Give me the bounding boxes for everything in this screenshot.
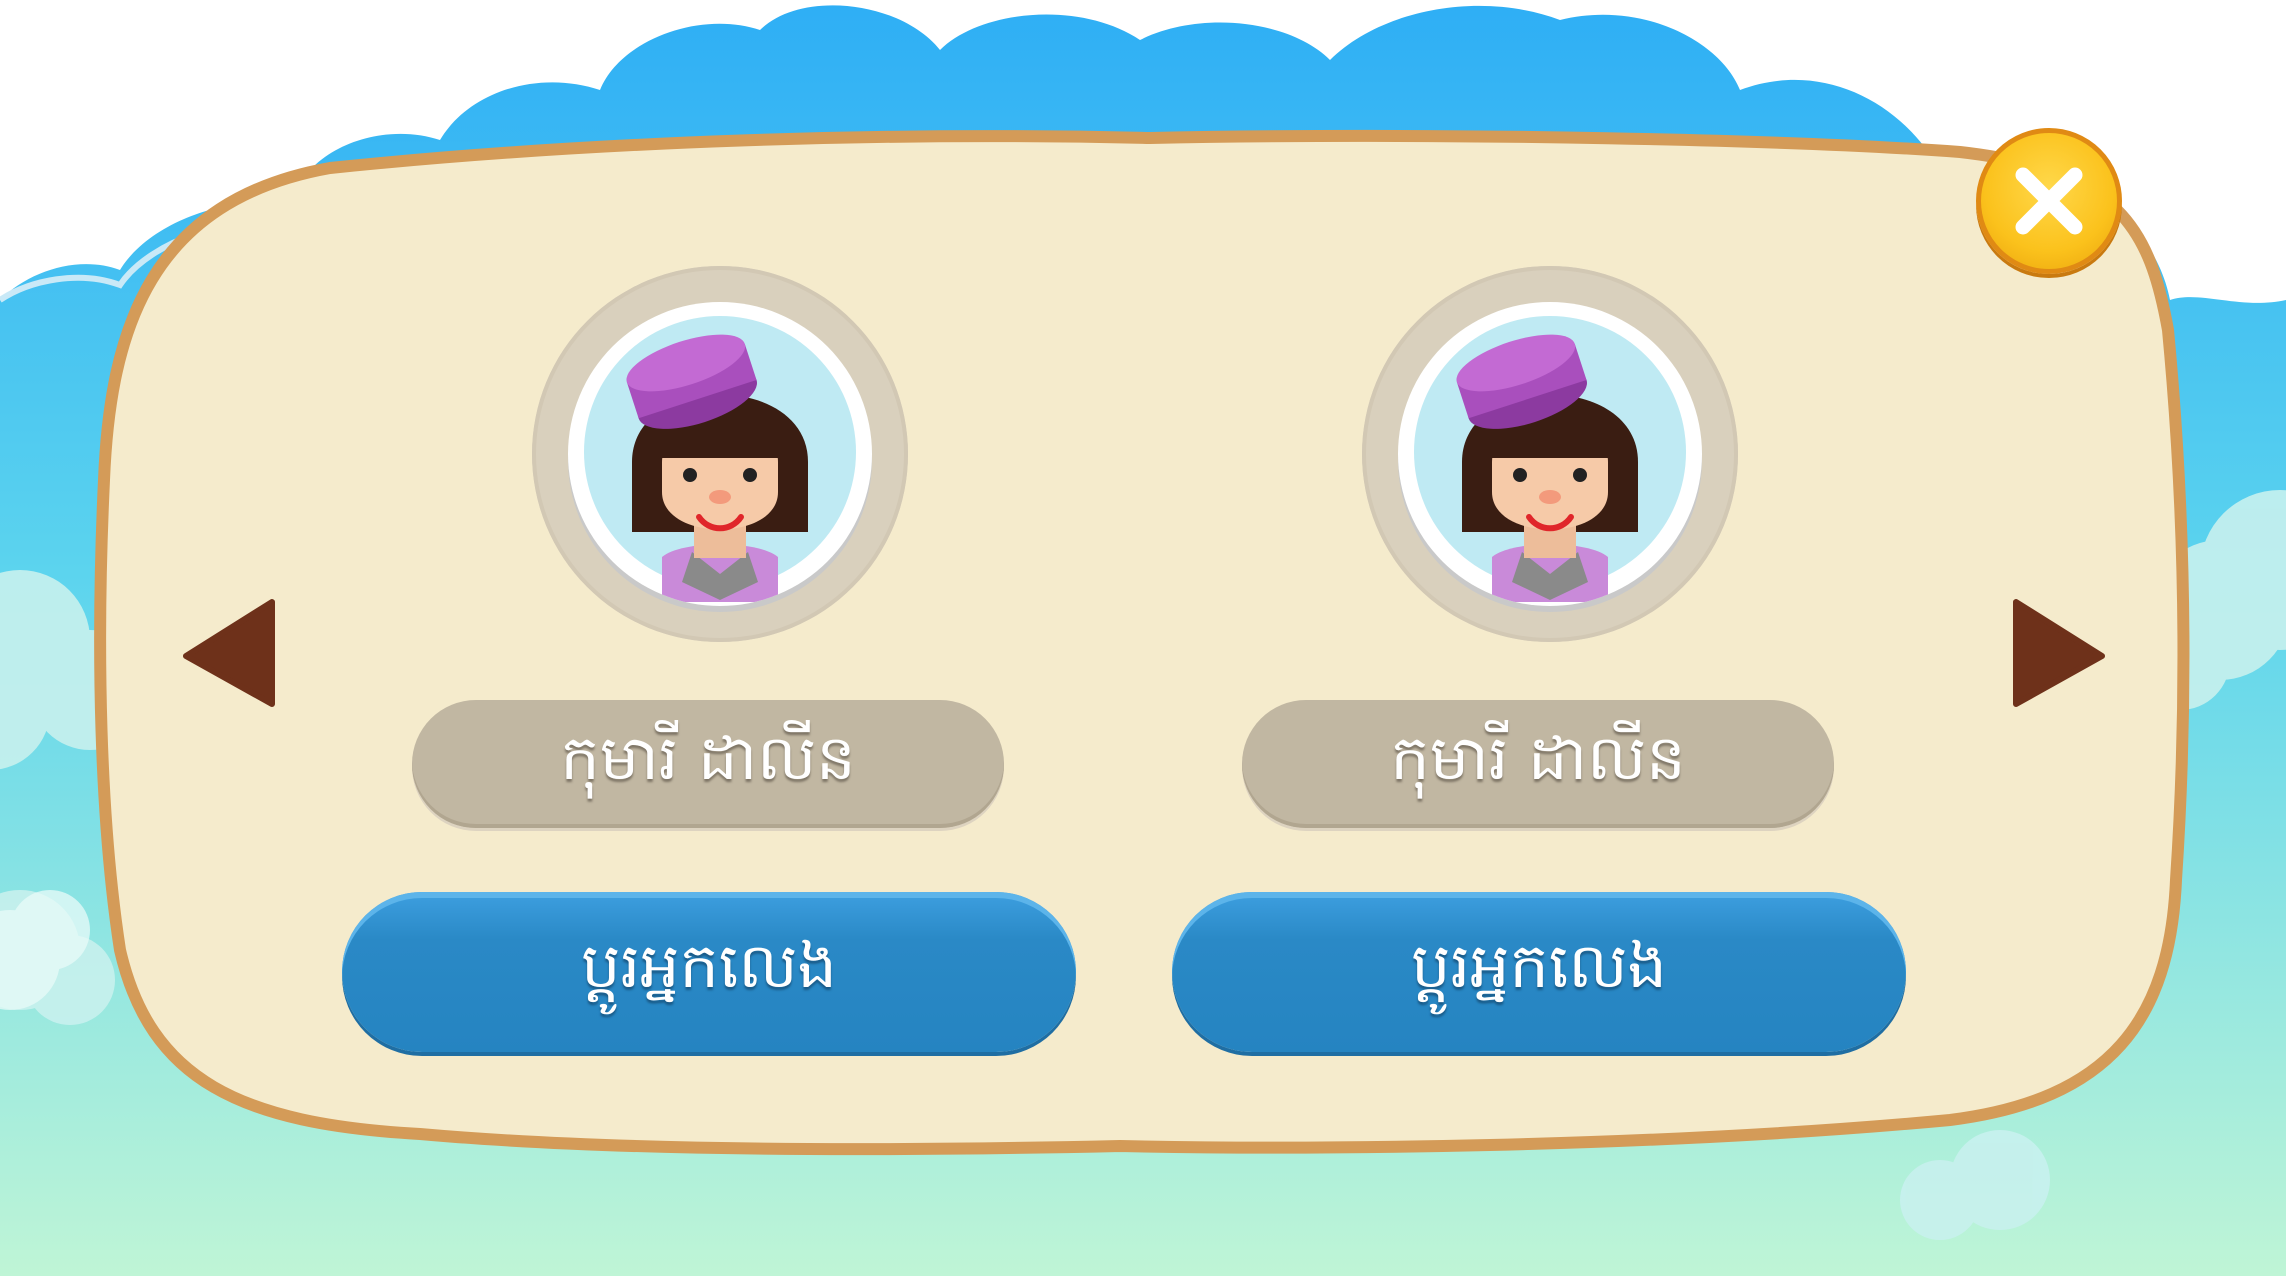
avatar-frame	[568, 302, 872, 606]
girl-avatar-icon	[1414, 316, 1686, 602]
previous-arrow-button[interactable]	[180, 598, 276, 708]
change-player-button[interactable]: ប្តូរអ្នកលេង	[1172, 892, 1906, 1052]
close-button[interactable]	[1976, 128, 2122, 274]
player-name-plate: កុមារី ដាលីន	[1242, 700, 1834, 828]
player-card: កុមារី ដាលីន ប្តូរអ្នកលេង	[342, 260, 1082, 1080]
next-arrow-button[interactable]	[2012, 598, 2108, 708]
triangle-right-icon	[2013, 599, 2105, 707]
player-card: កុមារី ដាលីន ប្តូរអ្នកលេង	[1172, 260, 1912, 1080]
avatar-frame	[1398, 302, 1702, 606]
game-scene: កុមារី ដាលីន ប្តូរអ្នកលេង កុមារី ដាលីន ប…	[0, 0, 2286, 1276]
avatar[interactable]	[532, 266, 908, 642]
girl-avatar-icon	[584, 316, 856, 602]
player-name-plate: កុមារី ដាលីន	[412, 700, 1004, 828]
close-x-icon	[2015, 167, 2083, 235]
change-player-button[interactable]: ប្តូរអ្នកលេង	[342, 892, 1076, 1052]
triangle-left-icon	[183, 599, 275, 707]
avatar[interactable]	[1362, 266, 1738, 642]
